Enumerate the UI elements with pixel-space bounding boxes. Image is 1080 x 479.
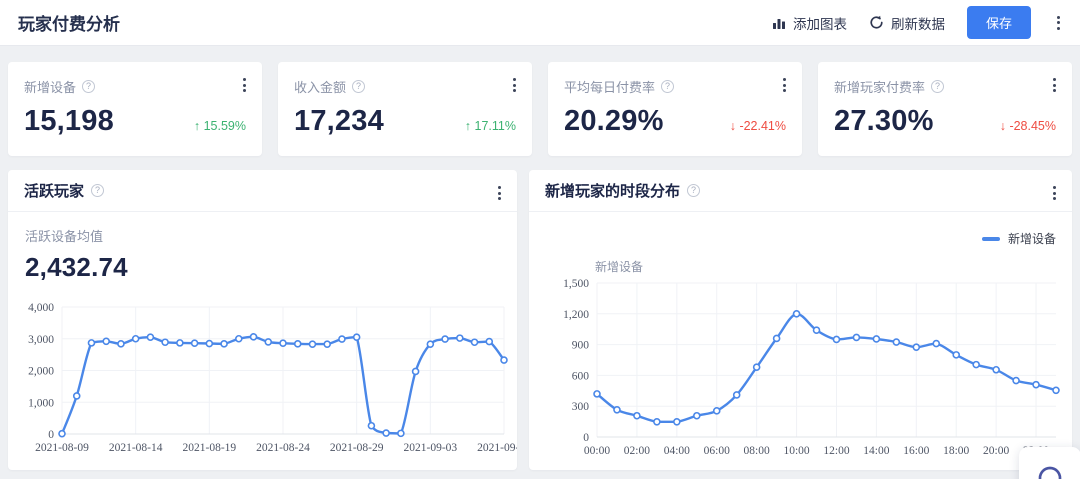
svg-text:00:00: 00:00 xyxy=(584,445,610,457)
svg-text:18:00: 18:00 xyxy=(943,445,969,457)
svg-text:08:00: 08:00 xyxy=(744,445,770,457)
dashboard-content: 新增设备 ? 15,198 ↑ 15.59% 收入金额 ? 17,234 ↑ 1… xyxy=(0,46,1080,470)
svg-text:2021-08-19: 2021-08-19 xyxy=(182,442,236,454)
support-fab[interactable] xyxy=(1019,447,1080,479)
kpi-value: 20.29% xyxy=(564,105,664,138)
kpi-label: 平均每日付费率 xyxy=(564,77,655,96)
add-chart-button[interactable]: 添加图表 xyxy=(772,13,847,33)
stat-label: 活跃设备均值 xyxy=(25,226,128,245)
chart-row: 活跃玩家 ? 活跃设备均值 2,432.74 0 1,000 2,000 3,000 4… xyxy=(8,170,1072,470)
svg-text:04:00: 04:00 xyxy=(664,445,690,457)
arrow-down-icon: ↓ xyxy=(730,119,736,133)
svg-text:1,200: 1,200 xyxy=(563,309,589,321)
svg-text:300: 300 xyxy=(572,401,590,413)
legend-label: 新增设备 xyxy=(1008,230,1056,247)
svg-text:1,000: 1,000 xyxy=(28,397,54,409)
help-icon[interactable]: ? xyxy=(352,80,365,93)
kpi-card-menu[interactable] xyxy=(239,74,250,96)
kpi-card-menu[interactable] xyxy=(779,74,790,96)
svg-text:16:00: 16:00 xyxy=(903,445,929,457)
kpi-delta: ↓ -28.45% xyxy=(1000,119,1056,133)
active-players-card: 活跃玩家 ? 活跃设备均值 2,432.74 0 1,000 2,000 3,000 4… xyxy=(8,170,517,470)
kpi-value: 15,198 xyxy=(24,105,114,138)
help-icon[interactable]: ? xyxy=(931,80,944,93)
refresh-data-button[interactable]: 刷新数据 xyxy=(869,13,945,33)
save-button[interactable]: 保存 xyxy=(967,6,1031,39)
svg-text:2021-08-24: 2021-08-24 xyxy=(256,442,310,454)
svg-text:2021-09-08: 2021-09-08 xyxy=(477,442,517,454)
kpi-delta: ↑ 15.59% xyxy=(194,119,246,133)
svg-text:900: 900 xyxy=(572,340,590,352)
chart-card-menu[interactable] xyxy=(1049,182,1060,204)
svg-text:10:00: 10:00 xyxy=(783,445,809,457)
kpi-label: 收入金额 xyxy=(294,77,346,96)
chart-title: 新增玩家的时段分布 xyxy=(545,180,680,201)
help-icon[interactable]: ? xyxy=(687,184,700,197)
kpi-card-revenue: 收入金额 ? 17,234 ↑ 17.11% xyxy=(278,62,532,156)
y-axis-name: 新增设备 xyxy=(595,258,643,275)
chart-title: 活跃玩家 xyxy=(24,180,84,201)
kpi-value: 17,234 xyxy=(294,105,384,138)
legend-line-swatch xyxy=(982,237,1000,241)
arrow-up-icon: ↑ xyxy=(194,119,200,133)
svg-text:12:00: 12:00 xyxy=(823,445,849,457)
kpi-row: 新增设备 ? 15,198 ↑ 15.59% 收入金额 ? 17,234 ↑ 1… xyxy=(8,62,1072,156)
svg-text:02:00: 02:00 xyxy=(624,445,650,457)
kpi-card-menu[interactable] xyxy=(509,74,520,96)
svg-text:3,000: 3,000 xyxy=(28,334,54,346)
refresh-data-label: 刷新数据 xyxy=(891,13,945,33)
kpi-label: 新增设备 xyxy=(24,77,76,96)
active-players-chart[interactable]: 0 1,000 2,000 3,000 4,000 2021-08-09 2021-08-1… xyxy=(8,292,517,470)
add-chart-label: 添加图表 xyxy=(793,13,847,33)
arrow-down-icon: ↓ xyxy=(1000,119,1006,133)
bar-chart-icon xyxy=(772,16,786,30)
help-icon[interactable]: ? xyxy=(82,80,95,93)
kpi-card-new-devices: 新增设备 ? 15,198 ↑ 15.59% xyxy=(8,62,262,156)
svg-text:14:00: 14:00 xyxy=(863,445,889,457)
hourly-distribution-card: 新增玩家的时段分布 ? 新增设备 新增设备 0 300 600 900 1,200 1,5… xyxy=(529,170,1072,470)
header-bar: 玩家付费分析 添加图表 刷新数据 保存 xyxy=(0,0,1080,46)
svg-text:4,000: 4,000 xyxy=(28,302,54,314)
legend-new-devices[interactable]: 新增设备 xyxy=(982,230,1056,247)
svg-text:0: 0 xyxy=(48,429,54,441)
svg-text:20:00: 20:00 xyxy=(983,445,1009,457)
chart-card-menu[interactable] xyxy=(494,182,505,204)
kpi-card-menu[interactable] xyxy=(1049,74,1060,96)
stat-value: 2,432.74 xyxy=(25,252,128,283)
hourly-distribution-chart[interactable]: 0 300 600 900 1,200 1,500 00:00 02:00 04:00 06:00… xyxy=(529,275,1072,470)
svg-text:1,500: 1,500 xyxy=(563,278,589,290)
kpi-delta: ↓ -22.41% xyxy=(730,119,786,133)
svg-text:06:00: 06:00 xyxy=(704,445,730,457)
headset-icon xyxy=(1034,462,1066,479)
help-icon[interactable]: ? xyxy=(91,184,104,197)
kpi-label: 新增玩家付费率 xyxy=(834,77,925,96)
svg-text:2,000: 2,000 xyxy=(28,366,54,378)
kpi-card-daily-pay-rate: 平均每日付费率 ? 20.29% ↓ -22.41% xyxy=(548,62,802,156)
refresh-icon xyxy=(869,15,884,30)
kpi-value: 27.30% xyxy=(834,105,934,138)
arrow-up-icon: ↑ xyxy=(465,119,471,133)
svg-text:2021-08-09: 2021-08-09 xyxy=(35,442,89,454)
svg-text:600: 600 xyxy=(572,370,590,382)
svg-text:2021-09-03: 2021-09-03 xyxy=(403,442,457,454)
kpi-card-new-player-pay-rate: 新增玩家付费率 ? 27.30% ↓ -28.45% xyxy=(818,62,1072,156)
page-title: 玩家付费分析 xyxy=(18,10,120,35)
svg-text:2021-08-14: 2021-08-14 xyxy=(109,442,163,454)
header-more-menu[interactable] xyxy=(1053,12,1064,34)
kpi-delta: ↑ 17.11% xyxy=(465,119,516,133)
help-icon[interactable]: ? xyxy=(661,80,674,93)
svg-text:2021-08-29: 2021-08-29 xyxy=(330,442,384,454)
svg-text:0: 0 xyxy=(583,432,589,444)
